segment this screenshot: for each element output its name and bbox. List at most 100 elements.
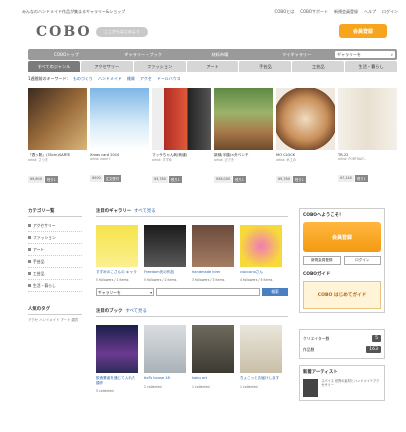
bullet-icon <box>28 272 31 275</box>
product-card[interactable]: MO CLOCK artist: 木工の ¥9,780 残り1 <box>276 88 335 194</box>
top-link-about[interactable]: COBOとは <box>274 9 294 15</box>
nav-my-gallery[interactable]: マイギャラリー <box>258 52 335 58</box>
gallery-name[interactable]: すずめのこさんの キャラ <box>96 270 138 274</box>
nav-material-market[interactable]: 材料市場 <box>182 52 259 58</box>
featured-products: 『週ッ靴』(35cm)SARTE artist: さつき ¥9,800 残り1 X… <box>28 88 397 194</box>
product-card[interactable]: Xmas card 2010 artist: kaori t ¥500 注文受付 <box>90 88 149 194</box>
book-name[interactable]: tiaTs house 18 <box>144 376 186 380</box>
product-image[interactable] <box>214 88 273 150</box>
gallery-name[interactable]: handmade kirei <box>192 270 234 274</box>
book-card[interactable]: ちょこっとお届けします 1 collected <box>240 325 282 393</box>
category-item[interactable]: 手芸品 <box>28 256 82 268</box>
category-label: 手芸品 <box>33 258 45 264</box>
guide-banner[interactable]: COBO はじめてガイド <box>303 281 381 309</box>
category-item[interactable]: 生活・暮らし <box>28 280 82 292</box>
bullet-icon <box>28 224 31 227</box>
book-image[interactable] <box>96 325 138 374</box>
product-price: ¥500 <box>90 175 103 183</box>
search-button[interactable]: 検索 <box>262 288 288 297</box>
keyword-link[interactable]: ドールハウス <box>157 76 181 82</box>
logo[interactable]: COBO <box>36 24 92 40</box>
product-card[interactable]: 新緑(半額)×外ベンチ artist: ひでき ¥38,000 残り1 <box>214 88 273 194</box>
artist-avatar[interactable] <box>303 379 319 397</box>
creator-count-row: クリエイター数 5 <box>303 333 381 344</box>
product-card[interactable]: 『週ッ靴』(35cm)SARTE artist: さつき ¥9,800 残り1 <box>28 88 87 194</box>
book-card[interactable]: tiaTs house 18 2 collected <box>144 325 186 393</box>
welcome-box: COBOへようこそ！ 会員登録 新規会員登録 ログイン COBOガイド COBO… <box>299 208 385 313</box>
book-card[interactable]: 飲食業者を通じて入れた額作 5 collected <box>96 325 138 393</box>
tab-craft[interactable]: 工芸品 <box>292 61 345 72</box>
tab-art[interactable]: アート <box>186 61 239 72</box>
nav-top[interactable]: COBOトップ <box>28 52 105 58</box>
book-name[interactable]: ちょこっとお届けします <box>240 376 282 380</box>
header-search-select[interactable]: ギャラリーを ⌕ <box>335 51 395 58</box>
tab-fashion[interactable]: ファッション <box>133 61 186 72</box>
book-image[interactable] <box>144 325 186 374</box>
gallery-meta: 3 followers / 3 items <box>192 278 225 283</box>
register-banner[interactable]: 会員登録 <box>303 222 381 252</box>
login-button[interactable]: ログイン <box>343 256 381 265</box>
category-item[interactable]: ファッション <box>28 232 82 244</box>
gallery-name[interactable]: Freedom氏の作品 <box>144 270 186 274</box>
gallery-see-all-link[interactable]: すべて見る <box>134 208 155 214</box>
keyword-bar: 1週間前のキーワード: ものづくり ハンドメイド 雑貨 アクセ ドールハウス <box>28 75 397 83</box>
search-input[interactable] <box>156 288 260 297</box>
gallery-image[interactable] <box>144 225 186 267</box>
member-register-button[interactable]: 会員登録 <box>339 24 387 38</box>
book-name[interactable]: 飲食業者を通じて入れた額作 <box>96 376 138 385</box>
tab-handicraft[interactable]: 手芸品 <box>239 61 292 72</box>
product-price: ¥3,780 <box>152 176 168 184</box>
gallery-list: すずめのこさんの キャラ 5 followers / 1 items Freed… <box>96 225 288 282</box>
gallery-card[interactable]: Freedom氏の作品 5 followers / 2 items <box>144 225 186 282</box>
product-image[interactable] <box>338 88 397 150</box>
category-item[interactable]: 工芸品 <box>28 268 82 280</box>
product-image[interactable] <box>90 88 149 150</box>
book-image[interactable] <box>192 325 234 374</box>
category-item[interactable]: アクセサリー <box>28 220 82 232</box>
keyword-link[interactable]: ものづくり <box>73 76 93 82</box>
product-card[interactable]: マッサちゃん刺(刺繍) artist: すずめ ¥3,780 残り1 <box>152 88 211 194</box>
header: COBO ここからはじめよう 会員登録 <box>22 18 398 48</box>
top-link-help[interactable]: ヘルプ <box>364 9 376 15</box>
product-image[interactable] <box>28 88 87 150</box>
book-see-all-link[interactable]: すべて見る <box>125 308 146 314</box>
tag-cloud[interactable]: アクセ ハンドメイド アート 雑貨 <box>28 318 82 323</box>
top-link-support[interactable]: COBOサポート <box>300 9 328 15</box>
tab-life[interactable]: 生活・暮らし <box>345 61 398 72</box>
signup-button[interactable]: 新規会員登録 <box>303 256 341 265</box>
product-image[interactable] <box>152 88 211 150</box>
gallery-card[interactable]: handmade kirei 3 followers / 3 items <box>192 225 234 282</box>
gallery-card[interactable]: すずめのこさんの キャラ 5 followers / 1 items <box>96 225 138 282</box>
search-select[interactable]: ギャラリーを ▾ <box>96 288 154 297</box>
product-image[interactable] <box>276 88 335 150</box>
gallery-image[interactable] <box>240 225 282 267</box>
gallery-image[interactable] <box>96 225 138 267</box>
gallery-search-bar: ギャラリーを ▾ 検索 <box>96 288 288 297</box>
product-artist: artist: kaori t <box>90 157 111 162</box>
product-artist: artist: ひでき <box>214 158 234 163</box>
book-image[interactable] <box>240 325 282 374</box>
top-links: COBOとは COBOサポート 新規会員登録 ヘルプ ログイン <box>274 9 398 15</box>
category-label: アクセサリー <box>33 222 56 228</box>
header-search-select-value: ギャラリーを <box>337 51 361 57</box>
keyword-label: 1週間前のキーワード: <box>28 76 68 81</box>
tab-all[interactable]: すべてのジャンル <box>28 61 80 72</box>
gallery-card[interactable]: ciocconaさん 4 followers / 5 items <box>240 225 282 282</box>
tab-accessory[interactable]: アクセサリー <box>80 61 133 72</box>
product-card[interactable]: TR-22 artist: PORTRAIT... ¥7,140 残り1 <box>338 88 397 194</box>
gallery-image[interactable] <box>192 225 234 267</box>
keyword-link[interactable]: 雑貨 <box>127 76 135 82</box>
top-link-signup[interactable]: 新規会員登録 <box>334 9 358 15</box>
gallery-name[interactable]: ciocconaさん <box>240 270 282 274</box>
top-link-login[interactable]: ログイン <box>382 9 398 15</box>
book-card[interactable]: kabu art 1 collected <box>192 325 234 393</box>
keyword-link[interactable]: ハンドメイド <box>98 76 122 82</box>
category-item[interactable]: アート <box>28 244 82 256</box>
guide-title: COBOガイド <box>303 272 331 277</box>
book-name[interactable]: kabu art <box>192 376 234 380</box>
artist-entry[interactable]: スパイス 世界の素材とハンドメイドアクセサリー <box>303 379 381 397</box>
tagline: ここからはじめよう <box>96 27 148 37</box>
keyword-link[interactable]: アクセ <box>140 76 152 82</box>
left-sidebar: カテゴリ一覧 アクセサリー ファッション アート 手芸品 工芸品 生活・暮らし … <box>28 208 82 323</box>
nav-gallery-book[interactable]: ギャラリー・ブック <box>105 52 182 58</box>
